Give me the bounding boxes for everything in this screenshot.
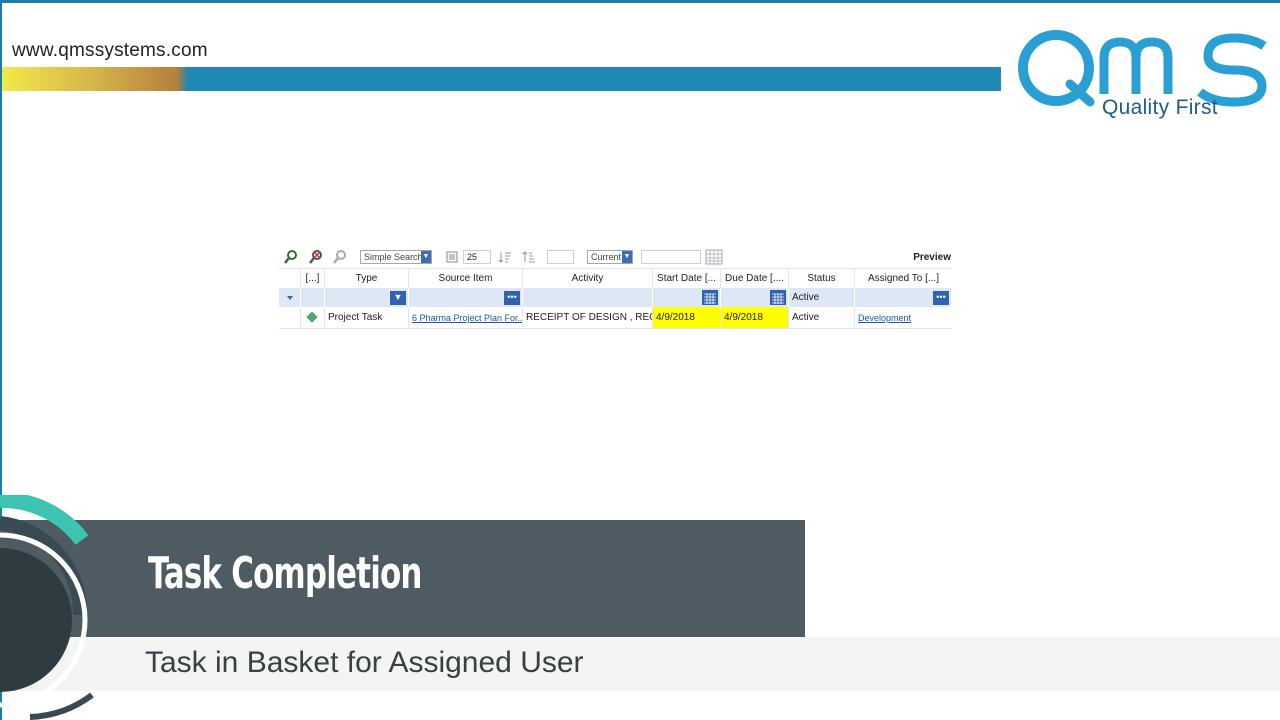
slide-title: Task Completion [148,548,422,599]
calendar-icon[interactable] [705,248,723,266]
filter-assigned-to[interactable]: ••• [855,288,952,307]
cell-type: Project Task [325,307,409,328]
column-header-type[interactable]: Type [325,269,409,288]
column-header-status[interactable]: Status [789,269,855,288]
blank-filter-input[interactable] [547,250,574,264]
grid-filter-row: ▼ ••• Active ••• [279,288,952,307]
preview-link[interactable]: Preview [913,252,951,263]
grid-toolbar: Simple Search ▼ 25 Current ▼ Preview [279,246,952,268]
task-grid: Simple Search ▼ 25 Current ▼ Preview [..… [279,246,952,329]
filter-activity[interactable] [523,288,653,307]
slide-subtitle: Task in Basket for Assigned User [145,646,584,679]
calendar-icon[interactable] [702,290,718,305]
slide: www.qmssystems.com Quality First Simple … [0,0,1280,720]
site-url: www.qmssystems.com [12,40,208,61]
chevron-down-icon[interactable]: ▼ [390,291,406,305]
chevron-down-icon: ▼ [622,251,632,263]
filter-source-item[interactable]: ••• [409,288,523,307]
triangle-down-icon [287,296,293,300]
filter-options [301,288,325,307]
task-diamond-icon [306,311,318,323]
logo-tagline: Quality First [1102,96,1218,119]
filter-due-date[interactable] [721,288,789,307]
row-type-icon-cell [301,307,325,328]
filter-type[interactable]: ▼ [325,288,409,307]
assigned-to-link[interactable]: Development [858,313,911,323]
grid-header-row: [...] Type Source Item Activity Start Da… [279,268,952,288]
cell-assigned-to: Development [855,307,952,328]
column-header-source-item[interactable]: Source Item [409,269,523,288]
version-filter-value: Current [591,252,622,262]
row-expander [279,307,301,328]
column-header-options[interactable]: [...] [301,269,325,288]
cell-start-date: 4/9/2018 [653,307,721,328]
more-options-icon[interactable]: ••• [933,291,949,305]
table-row[interactable]: Project Task 6 Pharma Project Plan For..… [279,307,952,329]
column-header-activity[interactable]: Activity [523,269,653,288]
top-rule [0,0,1280,3]
date-filter-input[interactable] [641,250,701,264]
column-header-start-date[interactable]: Start Date [... [653,269,721,288]
cell-source-item: 6 Pharma Project Plan For... [409,307,523,328]
column-header-assigned-to[interactable]: Assigned To [...] [855,269,952,288]
sort-descending-icon[interactable] [521,249,537,265]
search-mode-select[interactable]: Simple Search ▼ [360,250,432,264]
column-header-due-date[interactable]: Due Date [.... [721,269,789,288]
header-bar [2,67,1001,91]
version-filter-select[interactable]: Current ▼ [587,250,633,264]
chevron-down-icon: ▼ [421,251,431,263]
search-mode-value: Simple Search [364,252,423,262]
search-icon[interactable] [283,249,299,265]
column-header-expander [279,269,301,288]
filter-start-date[interactable] [653,288,721,307]
page-size-icon [446,251,458,263]
advanced-search-icon[interactable] [332,249,348,265]
circle-decoration-icon [0,495,94,720]
cell-status: Active [789,307,855,328]
calendar-icon[interactable] [770,290,786,305]
filter-status[interactable]: Active [789,288,855,307]
filter-expander[interactable] [279,288,301,307]
more-options-icon[interactable]: ••• [504,291,520,305]
cell-due-date: 4/9/2018 [721,307,789,328]
clear-search-icon[interactable] [308,249,324,265]
source-item-link[interactable]: 6 Pharma Project Plan For... [412,313,522,323]
page-size-input[interactable]: 25 [463,250,491,264]
cell-activity: RECEIPT OF DESIGN , REC... [523,307,653,328]
sort-ascending-icon[interactable] [497,249,513,265]
